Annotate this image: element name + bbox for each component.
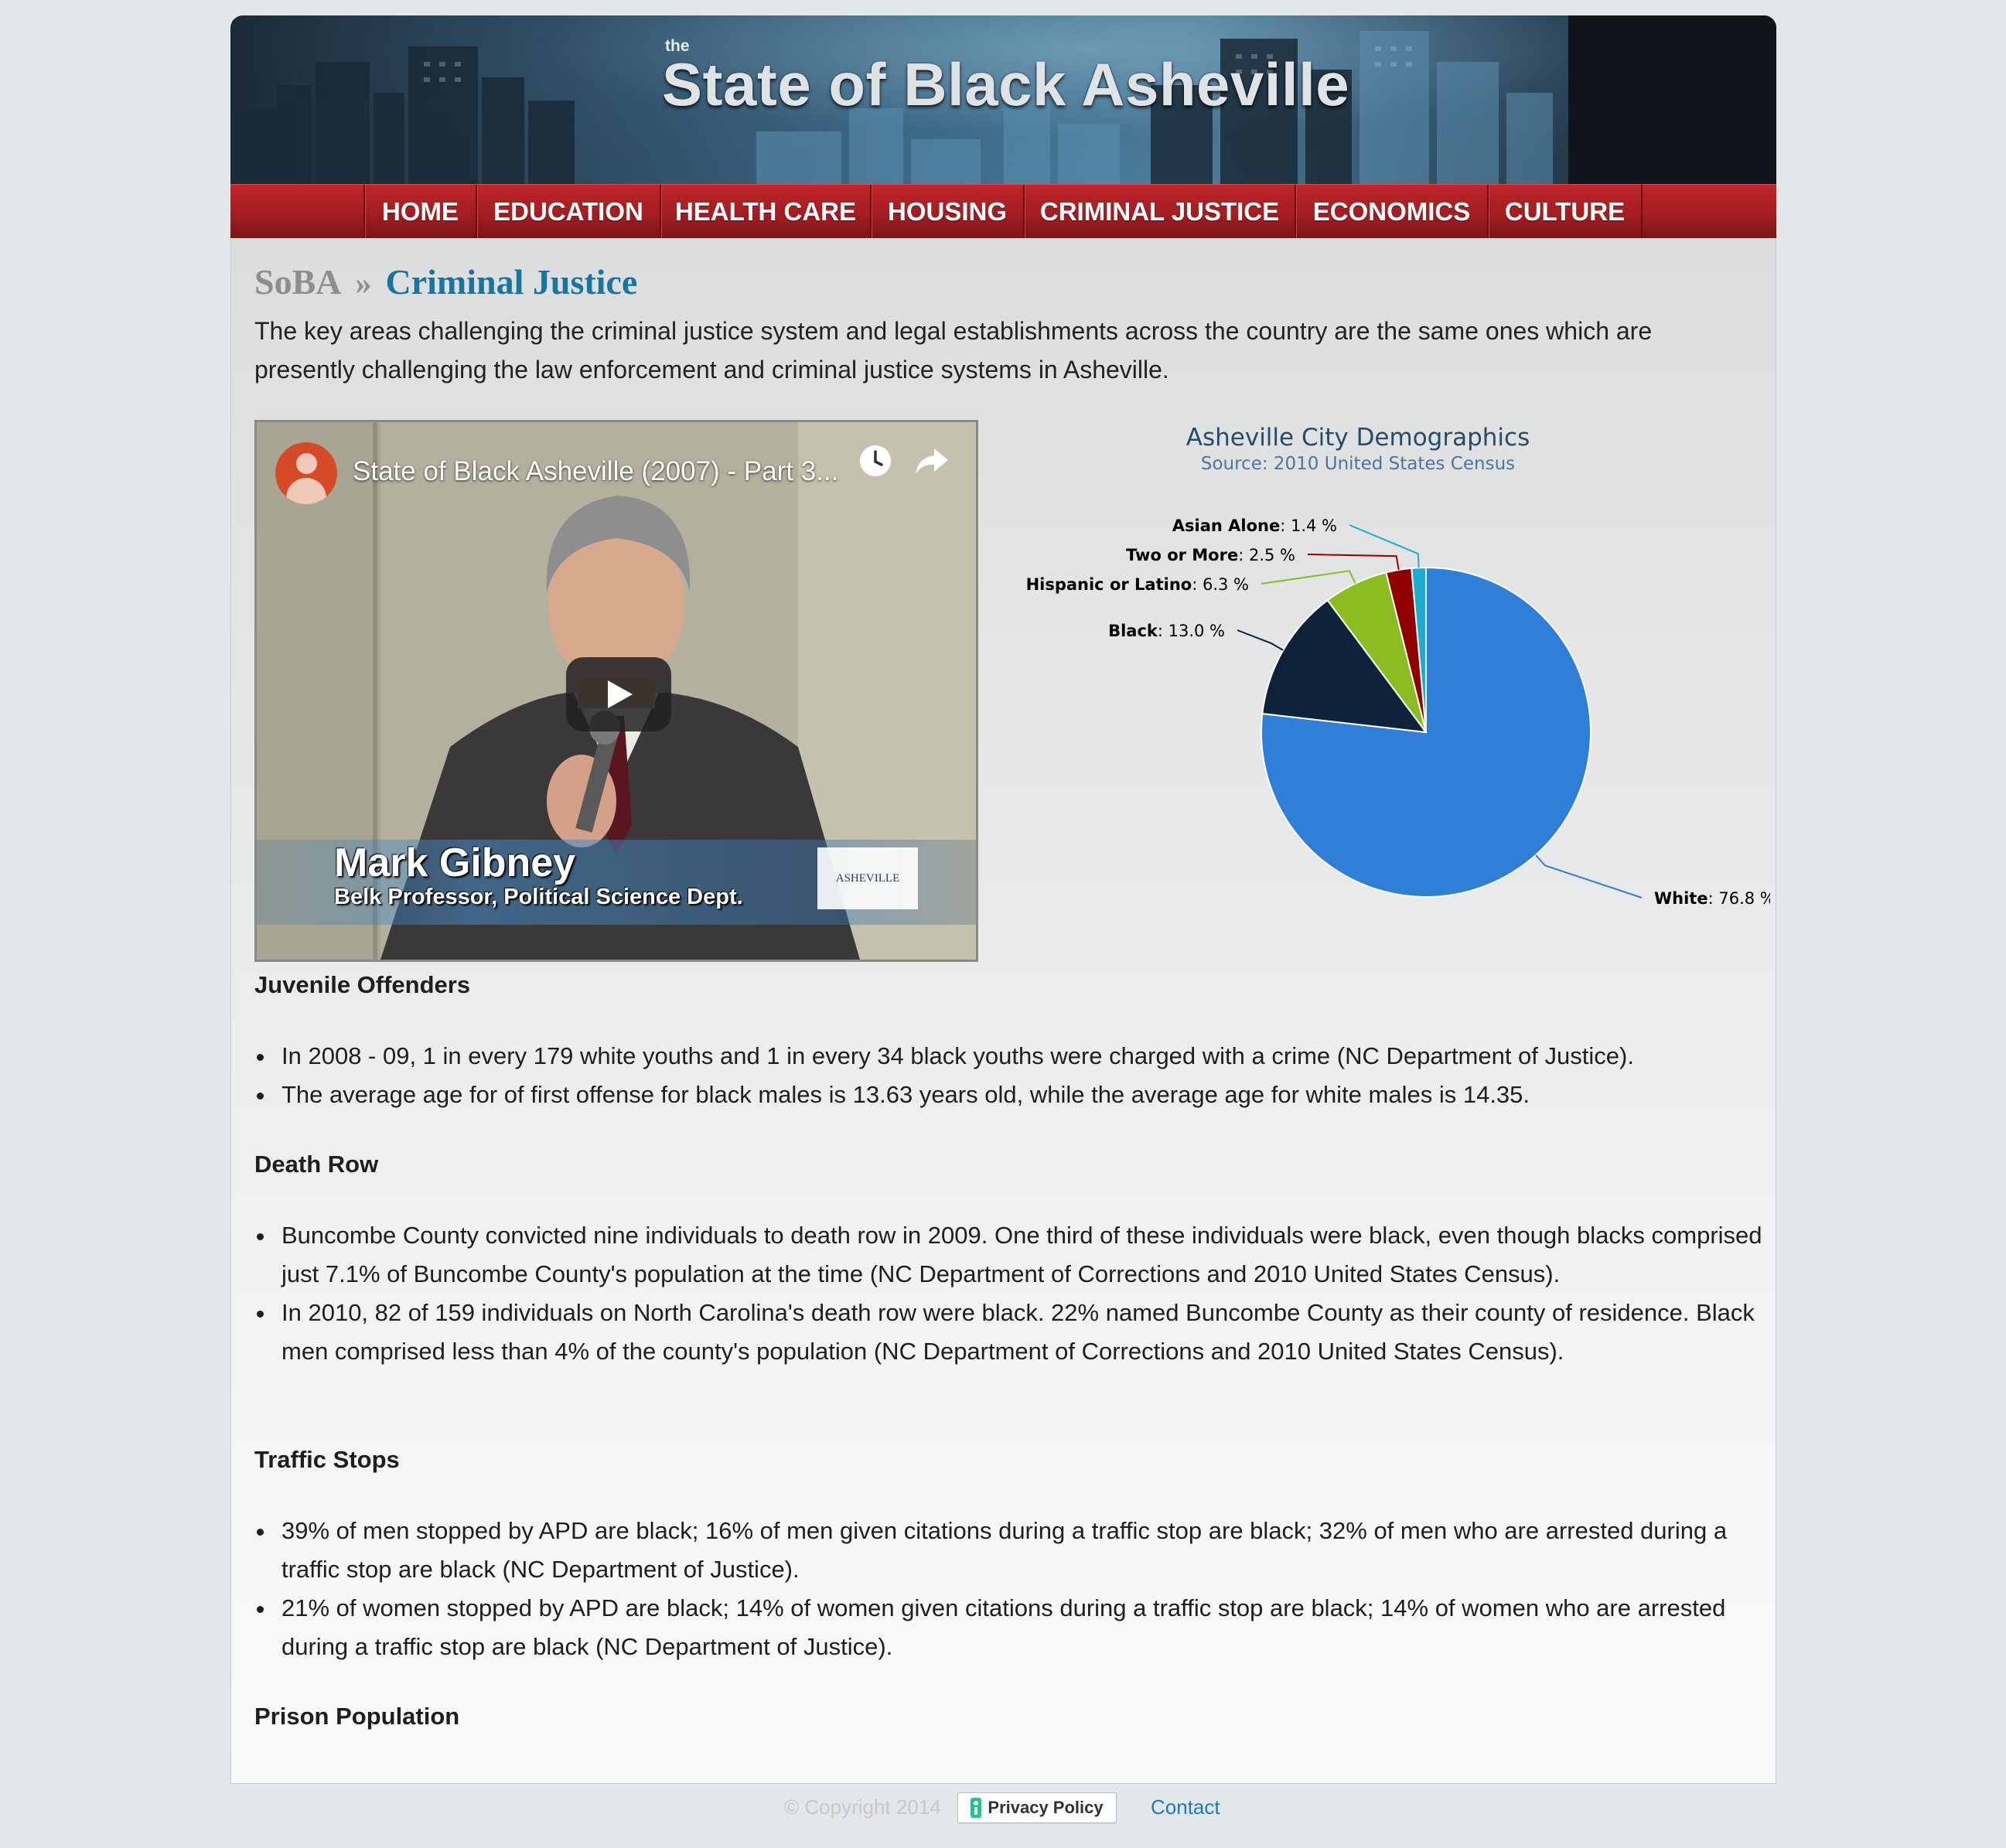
lower-third-role: Belk Professor, Political Science Dept. xyxy=(334,885,743,909)
breadcrumb: SoBA » Criminal Justice xyxy=(254,261,637,302)
pie-label-value: : 76.8 % xyxy=(1708,889,1770,908)
list-item: In 2010, 82 of 159 individuals on North … xyxy=(254,1294,1762,1371)
section-heading-death-row: Death Row xyxy=(254,1151,379,1178)
death-row-list: Buncombe County convicted nine individua… xyxy=(254,1216,1762,1371)
list-item: 21% of women stopped by APD are black; 1… xyxy=(254,1589,1762,1666)
pie-label-name: White xyxy=(1654,889,1708,908)
video-title[interactable]: State of Black Asheville (2007) - Part 3… xyxy=(353,456,838,487)
breadcrumb-separator: » xyxy=(355,266,372,302)
contact-link[interactable]: Contact xyxy=(1151,1795,1220,1819)
list-item: The average age for of first offense for… xyxy=(254,1076,1762,1114)
iubenda-icon xyxy=(971,1798,982,1818)
pie-connector-two-or-more xyxy=(1307,554,1400,571)
section-heading-prison-population: Prison Population xyxy=(254,1703,460,1730)
chart-subtitle: Source: 2010 United States Census xyxy=(1201,454,1515,474)
nav-item-education[interactable]: EDUCATION xyxy=(477,185,661,239)
nav-item-criminal-justice[interactable]: CRIMINAL JUSTICE xyxy=(1025,185,1296,239)
pie-label-white: White: 76.8 % xyxy=(1654,889,1770,908)
pie-connector-white xyxy=(1535,854,1643,898)
pie-label-two-or-more: Two or More: 2.5 % xyxy=(1126,546,1295,564)
demographics-pie-chart: Asheville City Demographics Source: 2010… xyxy=(1026,424,1770,908)
privacy-policy-button[interactable]: Privacy Policy xyxy=(957,1792,1117,1823)
pie-label-asian-alone: Asian Alone: 1.4 % xyxy=(1172,517,1337,535)
nav-item-economics[interactable]: ECONOMICS xyxy=(1296,185,1489,239)
unca-logo: ASHEVILLE xyxy=(817,847,918,909)
list-item: In 2008 - 09, 1 in every 179 white youth… xyxy=(254,1037,1762,1076)
page-title: Criminal Justice xyxy=(385,262,638,302)
lower-third-name: Mark Gibney xyxy=(334,840,576,885)
share-icon[interactable] xyxy=(914,445,950,476)
nav-item-home[interactable]: HOME xyxy=(365,185,477,239)
section-heading-traffic-stops: Traffic Stops xyxy=(254,1446,400,1473)
main-nav: HOME EDUCATION HEALTH CARE HOUSING CRIMI… xyxy=(230,184,1776,239)
channel-avatar[interactable] xyxy=(275,442,337,504)
nav-item-health-care[interactable]: HEALTH CARE xyxy=(661,185,872,239)
watch-later-icon[interactable] xyxy=(858,444,892,478)
pie-label-hispanic-or-latino: Hispanic or Latino: 6.3 % xyxy=(1026,575,1249,594)
copyright-text: © Copyright 2014 xyxy=(784,1795,941,1819)
pie-label-value: : 6.3 % xyxy=(1192,575,1249,594)
pie-label-black: Black: 13.0 % xyxy=(1108,622,1225,640)
site-title[interactable]: State of Black Asheville xyxy=(662,49,1349,120)
privacy-policy-label: Privacy Policy xyxy=(988,1798,1104,1817)
pie-label-name: Two or More xyxy=(1126,546,1238,564)
pie-label-name: Asian Alone xyxy=(1172,517,1280,535)
section-heading-juvenile-offenders: Juvenile Offenders xyxy=(254,971,471,998)
pie-label-value: : 2.5 % xyxy=(1238,546,1295,564)
list-item: 39% of men stopped by APD are black; 16%… xyxy=(254,1512,1762,1589)
pie-label-value: : 13.0 % xyxy=(1158,622,1225,640)
pie-label-value: : 1.4 % xyxy=(1280,517,1337,535)
pie-label-name: Black xyxy=(1108,622,1158,640)
nav-item-culture[interactable]: CULTURE xyxy=(1489,185,1643,239)
traffic-stops-list: 39% of men stopped by APD are black; 16%… xyxy=(254,1512,1762,1666)
site-header: the State of Black Asheville xyxy=(230,15,1776,184)
pie-connector-asian-alone xyxy=(1349,524,1420,568)
chart-title: Asheville City Demographics xyxy=(1186,424,1530,452)
pie-label-name: Hispanic or Latino xyxy=(1026,575,1192,594)
play-button[interactable] xyxy=(566,657,671,731)
nav-item-housing[interactable]: HOUSING xyxy=(872,185,1025,239)
pie-connector-black xyxy=(1237,629,1284,651)
list-item: Buncombe County convicted nine individua… xyxy=(254,1216,1762,1294)
breadcrumb-root-link[interactable]: SoBA xyxy=(254,262,341,302)
juvenile-offenders-list: In 2008 - 09, 1 in every 179 white youth… xyxy=(254,1037,1762,1114)
video-player[interactable]: State of Black Asheville (2007) - Part 3… xyxy=(254,420,978,962)
intro-paragraph: The key areas challenging the criminal j… xyxy=(254,317,1653,384)
main-content: SoBA » Criminal Justice The key areas chal… xyxy=(230,238,1776,1784)
pie-connector-hispanic-or-latino xyxy=(1261,570,1356,585)
